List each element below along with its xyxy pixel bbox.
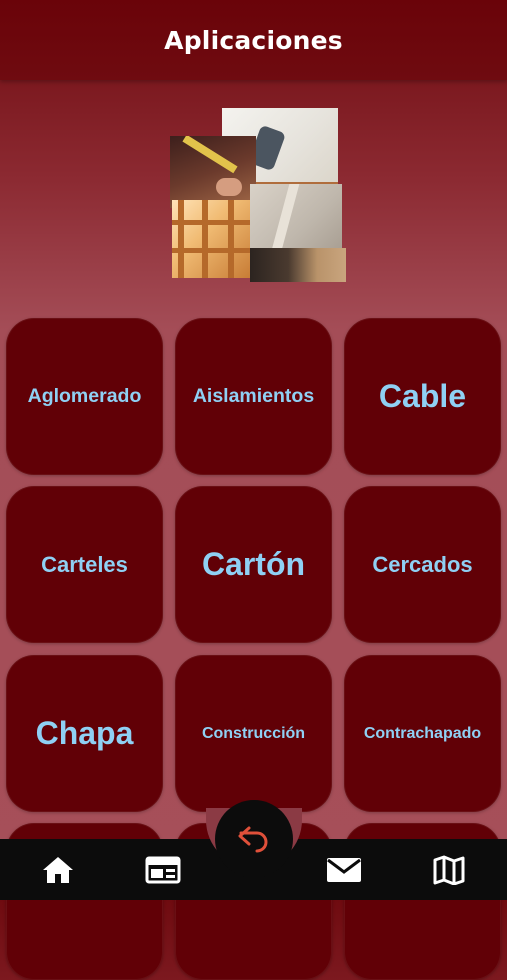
map-icon [433, 855, 465, 885]
tile-label: Cable [378, 378, 467, 414]
back-button[interactable] [215, 800, 293, 878]
photo-insulation [250, 248, 346, 282]
tile-cercados[interactable]: Cercados [344, 486, 501, 643]
app-header: Aplicaciones [0, 0, 507, 80]
home-icon [43, 856, 73, 883]
tile-carton[interactable]: Cartón [175, 486, 332, 643]
tile-construccion[interactable]: Construcción [175, 655, 332, 812]
tile-label: Cartón [201, 546, 306, 582]
tile-label: Carteles [41, 551, 128, 577]
mail-icon [327, 857, 361, 882]
photo-cardboard [250, 184, 342, 254]
undo-icon [238, 826, 268, 853]
newspaper-icon [145, 856, 181, 883]
page-title: Aplicaciones [164, 25, 343, 55]
applications-photo-collage [170, 108, 346, 282]
nav-map[interactable] [419, 839, 479, 900]
nav-home[interactable] [28, 839, 88, 900]
tile-carteles[interactable]: Carteles [6, 486, 163, 643]
photo-measuring-tape [170, 136, 256, 208]
tile-label: Contrachapado [363, 724, 482, 742]
tile-label: Construcción [201, 724, 306, 742]
tile-label: Aislamientos [192, 385, 315, 407]
tile-label: Aglomerado [27, 385, 142, 407]
tile-cable[interactable]: Cable [344, 318, 501, 475]
tile-aislamientos[interactable]: Aislamientos [175, 318, 332, 475]
tile-chapa[interactable]: Chapa [6, 655, 163, 812]
tile-label: Cercados [372, 551, 473, 577]
nav-mail[interactable] [314, 839, 374, 900]
tile-label: Chapa [35, 715, 134, 751]
photo-wood-frame [172, 200, 252, 278]
tile-contrachapado[interactable]: Contrachapado [344, 655, 501, 812]
tile-aglomerado[interactable]: Aglomerado [6, 318, 163, 475]
nav-news[interactable] [133, 839, 193, 900]
